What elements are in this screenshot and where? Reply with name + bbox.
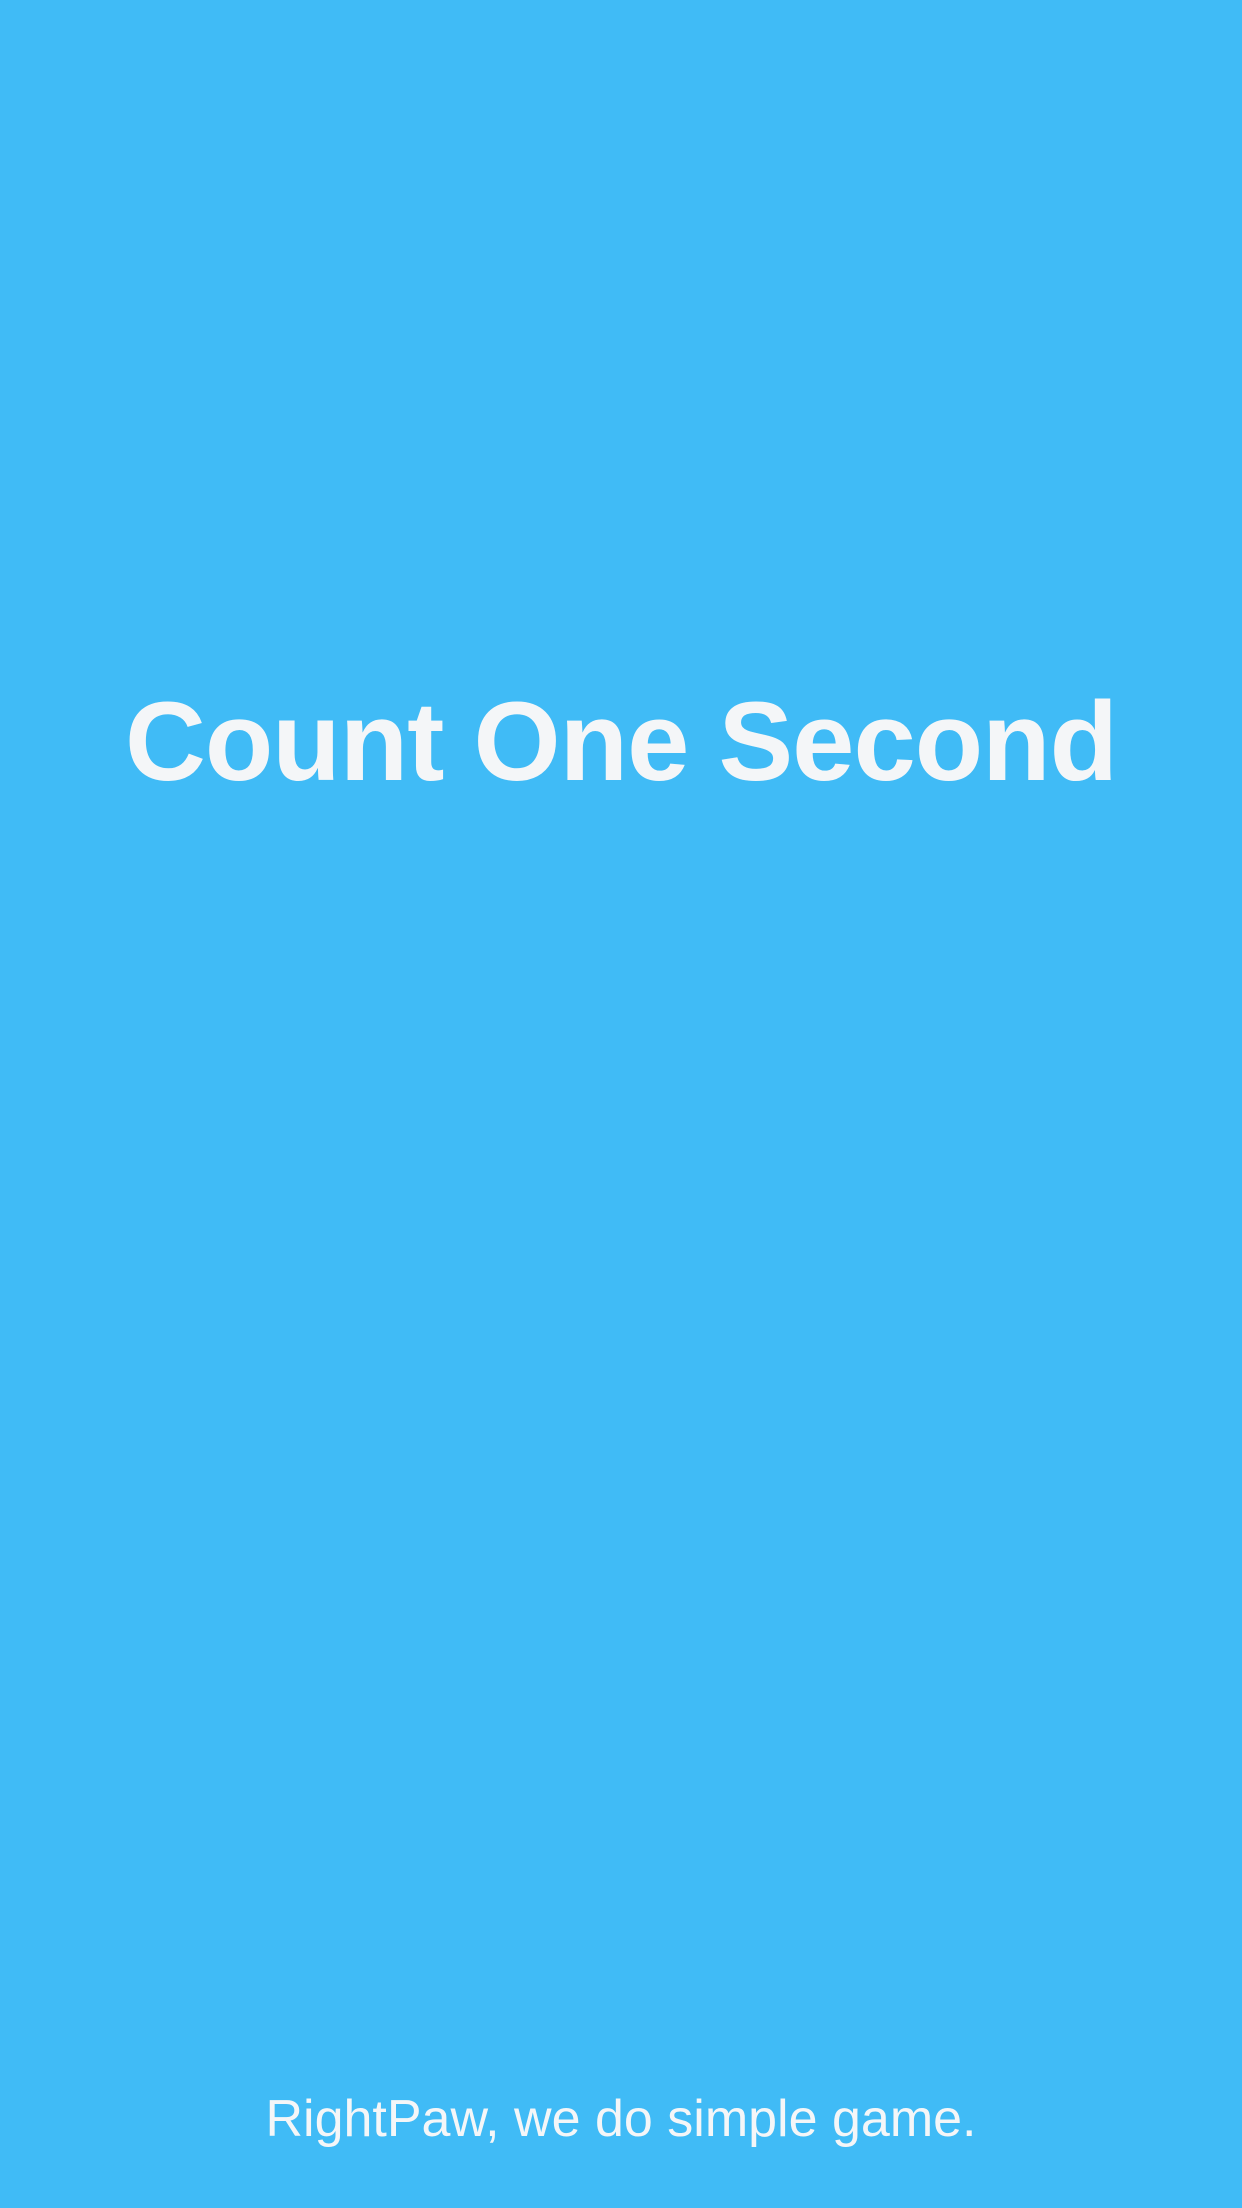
- splash-screen: Count One Second RightPaw, we do simple …: [0, 0, 1242, 2208]
- app-title: Count One Second: [125, 679, 1118, 804]
- developer-tagline: RightPaw, we do simple game.: [265, 2090, 977, 2148]
